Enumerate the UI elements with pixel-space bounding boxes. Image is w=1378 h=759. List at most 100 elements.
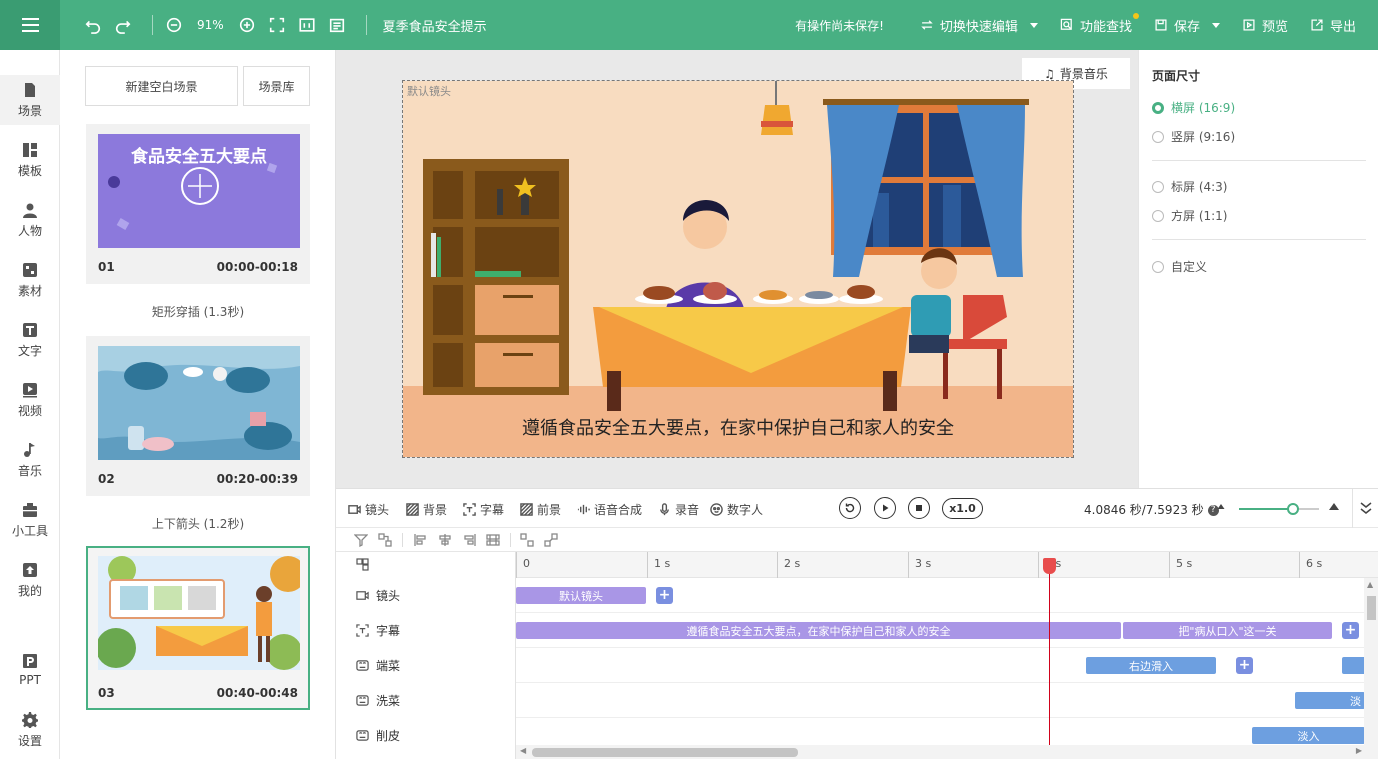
- save-button[interactable]: 保存: [1154, 16, 1220, 35]
- align-left-button[interactable]: [414, 533, 428, 547]
- clip-subtitle-2[interactable]: 把"病从口入"这一关: [1123, 622, 1332, 639]
- collapse-timeline-button[interactable]: [1360, 501, 1372, 518]
- scroll-left-icon[interactable]: ◀: [520, 746, 526, 755]
- link-button[interactable]: [544, 533, 558, 547]
- track-name: 端菜: [376, 659, 401, 673]
- playback-speed[interactable]: x1.0: [942, 498, 983, 519]
- add-clip-button[interactable]: +: [656, 587, 673, 604]
- tab-subtitle[interactable]: 字幕: [463, 501, 504, 518]
- nav-text[interactable]: 文字: [0, 315, 60, 365]
- scrollbar-thumb[interactable]: [532, 748, 798, 757]
- transition-label[interactable]: 矩形穿插 (1.3秒): [86, 303, 310, 320]
- nav-settings[interactable]: 设置: [0, 705, 60, 755]
- timeline-tracks[interactable]: 01 s2 s3 s4 s5 s6 s 默认镜头 + 遵循食品安全五大要点，在家…: [516, 552, 1378, 759]
- transition-label[interactable]: 上下箭头 (1.2秒): [86, 515, 310, 532]
- time-ruler[interactable]: 01 s2 s3 s4 s5 s6 s: [516, 552, 1378, 578]
- add-clip-button[interactable]: +: [1342, 622, 1359, 639]
- tab-foreground[interactable]: 前景: [520, 501, 561, 518]
- tab-background[interactable]: 背景: [406, 501, 447, 518]
- slider-knob[interactable]: [1286, 503, 1299, 515]
- project-title[interactable]: 夏季食品安全提示: [383, 16, 487, 35]
- actual-size-button[interactable]: [296, 14, 318, 36]
- zoom-in-button[interactable]: [236, 14, 258, 36]
- zoom-in-timeline-icon[interactable]: [1329, 503, 1339, 510]
- scene-card-1[interactable]: 食品安全五大要点 01 00:00-00:18: [86, 124, 310, 284]
- nav-scene[interactable]: 场景: [0, 75, 60, 125]
- track-label-wash-vegetables[interactable]: 洗菜: [356, 683, 400, 718]
- track-label-peel[interactable]: 削皮: [356, 718, 400, 753]
- ruler-tick-label: 5 s: [1176, 557, 1193, 570]
- page-size-option-custom[interactable]: 自定义: [1152, 258, 1207, 275]
- replay-button[interactable]: [839, 497, 861, 519]
- radio-icon[interactable]: [1152, 209, 1164, 222]
- align-center-button[interactable]: [438, 533, 452, 547]
- scroll-up-icon[interactable]: ▲: [1367, 580, 1373, 589]
- new-blank-scene-button[interactable]: 新建空白场景: [85, 66, 238, 106]
- stage-canvas[interactable]: 默认镜头 遵循食品安全五大要点，在家中保护自己和家人的安全: [402, 80, 1074, 458]
- preview-button[interactable]: 预览: [1242, 16, 1288, 35]
- page-size-option-landscape[interactable]: 横屏 (16:9): [1152, 99, 1235, 116]
- layout-button[interactable]: [326, 14, 348, 36]
- scrollbar-thumb[interactable]: [1367, 596, 1376, 620]
- track-label-camera[interactable]: 镜头: [356, 578, 400, 613]
- group-button[interactable]: [378, 533, 392, 547]
- subtitle-text[interactable]: 遵循食品安全五大要点，在家中保护自己和家人的安全: [403, 414, 1073, 440]
- option-label: 标屏 (4:3): [1171, 180, 1228, 194]
- tab-digital-human[interactable]: 数字人: [710, 501, 763, 518]
- scene-library-button[interactable]: 场景库: [243, 66, 310, 106]
- fullscreen-button[interactable]: [266, 14, 288, 36]
- track-label-serve-dish[interactable]: 端菜: [356, 648, 400, 683]
- filter-button[interactable]: [353, 533, 369, 548]
- align-right-button[interactable]: [462, 533, 476, 547]
- redo-button[interactable]: [112, 14, 134, 36]
- play-button[interactable]: [874, 497, 896, 519]
- nav-template[interactable]: 模板: [0, 135, 60, 185]
- playhead-handle[interactable]: [1043, 558, 1056, 574]
- tab-camera[interactable]: 镜头: [348, 501, 389, 518]
- menu-button[interactable]: [0, 0, 60, 50]
- horizontal-scrollbar[interactable]: ◀ ▶: [516, 745, 1366, 759]
- timeline-zoom-slider[interactable]: [1239, 503, 1319, 515]
- nav-material[interactable]: 素材: [0, 255, 60, 305]
- vertical-scrollbar[interactable]: ▲: [1364, 578, 1378, 759]
- export-button[interactable]: 导出: [1310, 16, 1356, 35]
- nav-mine[interactable]: 我的: [0, 555, 60, 605]
- snap-button[interactable]: [520, 533, 534, 547]
- add-clip-button[interactable]: +: [1236, 657, 1253, 674]
- radio-icon[interactable]: [1152, 260, 1164, 273]
- preview-label: 预览: [1261, 19, 1288, 35]
- radio-icon[interactable]: [1152, 180, 1164, 193]
- clip-fade[interactable]: 淡: [1295, 692, 1365, 709]
- scene-card-3[interactable]: 03 00:40-00:48: [86, 546, 310, 710]
- clip-default-camera[interactable]: 默认镜头: [516, 587, 646, 604]
- page-size-option-square[interactable]: 方屏 (1:1): [1152, 207, 1228, 224]
- undo-button[interactable]: [82, 14, 104, 36]
- clip-subtitle-1[interactable]: 遵循食品安全五大要点，在家中保护自己和家人的安全: [516, 622, 1121, 639]
- switch-quick-edit-button[interactable]: 切换快速编辑: [920, 16, 1038, 35]
- zoom-out-timeline-icon[interactable]: [1217, 504, 1225, 509]
- radio-icon[interactable]: [1152, 130, 1164, 143]
- chevron-down-icon[interactable]: [1211, 22, 1220, 28]
- scene-card-2[interactable]: 02 00:20-00:39: [86, 336, 310, 496]
- nav-character[interactable]: 人物: [0, 195, 60, 245]
- stop-button[interactable]: [908, 497, 930, 519]
- feature-search-button[interactable]: 功能查找: [1060, 12, 1139, 35]
- digital-human-icon: [710, 503, 723, 516]
- zoom-out-button[interactable]: [163, 14, 185, 36]
- radio-icon[interactable]: [1152, 101, 1164, 114]
- nav-video[interactable]: 视频: [0, 375, 60, 425]
- tab-recording[interactable]: 录音: [658, 501, 699, 518]
- playhead[interactable]: [1043, 558, 1056, 758]
- clip-fade-in[interactable]: 淡入: [1252, 727, 1365, 744]
- tab-speech-synthesis[interactable]: 语音合成: [577, 501, 642, 518]
- page-size-option-portrait[interactable]: 竖屏 (9:16): [1152, 128, 1235, 145]
- chevron-down-icon[interactable]: [1029, 22, 1038, 28]
- nav-ppt[interactable]: PPT: [0, 645, 60, 695]
- track-label-subtitle[interactable]: 字幕: [356, 613, 400, 648]
- clip-slide-in-right[interactable]: 右边滑入: [1086, 657, 1216, 674]
- page-size-option-standard[interactable]: 标屏 (4:3): [1152, 178, 1228, 195]
- distribute-button[interactable]: [486, 533, 500, 547]
- nav-music[interactable]: 音乐: [0, 435, 60, 485]
- nav-tools[interactable]: 小工具: [0, 495, 60, 545]
- scroll-right-icon[interactable]: ▶: [1356, 746, 1362, 755]
